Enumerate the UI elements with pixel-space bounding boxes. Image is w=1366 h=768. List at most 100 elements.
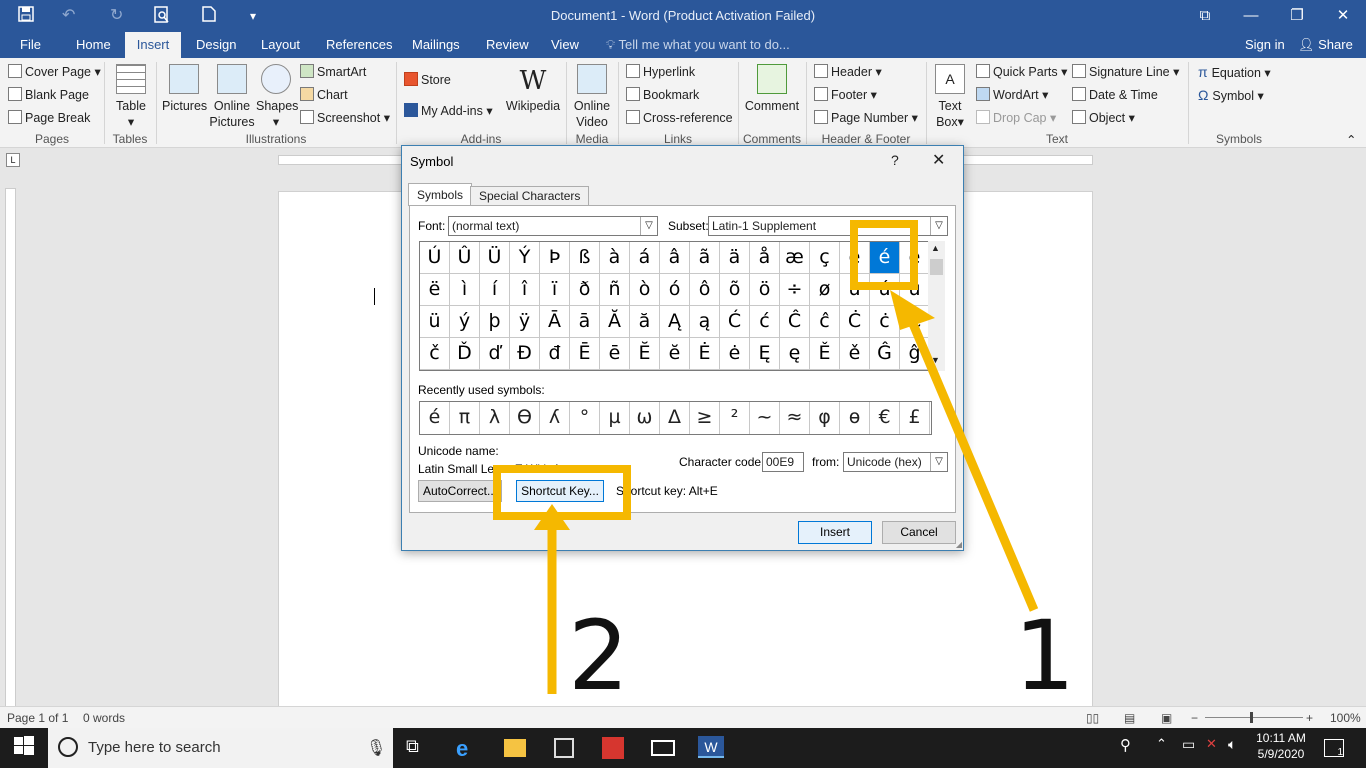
zoom-out-icon[interactable]: −: [1191, 711, 1198, 725]
symbol-cell[interactable]: ą: [690, 306, 720, 338]
screenshot-button[interactable]: Screenshot ▾: [300, 110, 390, 126]
symbol-grid-scrollbar[interactable]: ▲ ▼: [928, 241, 945, 371]
symbol-cell[interactable]: ē: [600, 338, 630, 370]
file-explorer-icon[interactable]: [504, 739, 526, 757]
symbol-cell[interactable]: ï: [540, 274, 570, 306]
symbol-cell[interactable]: þ: [480, 306, 510, 338]
symbol-cell[interactable]: ó: [660, 274, 690, 306]
symbol-cell[interactable]: ö: [750, 274, 780, 306]
text-box-button[interactable]: A Text Box▾: [930, 64, 970, 130]
symbol-cell[interactable]: ñ: [600, 274, 630, 306]
ribbon-display-icon[interactable]: ⧉: [1182, 0, 1228, 32]
table-button[interactable]: Table ▾: [112, 64, 150, 130]
microphone-icon[interactable]: 🎙︎: [366, 738, 386, 758]
wikipedia-button[interactable]: W Wikipedia: [505, 64, 561, 114]
symbol-cell[interactable]: ê: [900, 242, 930, 274]
subset-dropdown[interactable]: Latin-1 Supplement ▽: [708, 216, 948, 236]
from-dropdown[interactable]: Unicode (hex) ▽: [843, 452, 948, 472]
blank-page-button[interactable]: Blank Page: [8, 87, 89, 103]
scroll-down-icon[interactable]: ▼: [931, 355, 940, 365]
symbol-cell[interactable]: Û: [450, 242, 480, 274]
symbol-cell[interactable]: ė: [720, 338, 750, 370]
shapes-button[interactable]: Shapes ▾: [256, 64, 298, 130]
tab-file[interactable]: File: [10, 32, 51, 58]
close-icon[interactable]: ✕: [932, 150, 945, 170]
object-button[interactable]: Object ▾: [1072, 110, 1135, 126]
tab-mailings[interactable]: Mailings: [402, 32, 470, 58]
restore-button[interactable]: ❐: [1274, 0, 1320, 32]
symbol-cell[interactable]: ò: [630, 274, 660, 306]
symbol-cell[interactable]: ì: [450, 274, 480, 306]
mail-icon[interactable]: [651, 740, 675, 756]
recent-symbol-cell[interactable]: €: [870, 402, 900, 434]
cross-reference-button[interactable]: Cross-reference: [626, 110, 733, 126]
equation-button[interactable]: π Equation ▾: [1198, 64, 1271, 81]
autocorrect-button[interactable]: AutoCorrect...: [418, 480, 502, 502]
tab-symbols[interactable]: Symbols: [408, 183, 473, 206]
symbol-cell[interactable]: ð: [570, 274, 600, 306]
symbol-cell[interactable]: ß: [570, 242, 600, 274]
recent-symbol-cell[interactable]: ω: [630, 402, 660, 434]
read-mode-icon[interactable]: ▯▯: [1086, 711, 1099, 725]
symbol-cell[interactable]: č: [420, 338, 450, 370]
symbol-cell[interactable]: Ć: [720, 306, 750, 338]
gift-icon[interactable]: [602, 737, 624, 759]
print-layout-icon[interactable]: ▤: [1124, 711, 1135, 725]
battery-icon[interactable]: ▭: [1182, 736, 1206, 760]
header-button[interactable]: Header ▾: [814, 64, 882, 80]
symbol-cell[interactable]: Ă: [600, 306, 630, 338]
word-taskbar-icon[interactable]: W: [698, 736, 724, 758]
page-count[interactable]: Page 1 of 1: [7, 711, 68, 725]
symbol-cell[interactable]: í: [480, 274, 510, 306]
recent-symbol-cell[interactable]: ²: [720, 402, 750, 434]
zoom-level[interactable]: 100%: [1330, 711, 1361, 725]
symbol-cell[interactable]: ā: [570, 306, 600, 338]
sign-in-link[interactable]: Sign in: [1245, 32, 1285, 58]
symbol-grid[interactable]: Ú Û Ü Ý Þß à á â ã ä å æ ç è é ê ë ì í î ï ð ñ ò ó ô õ ö ÷ ø ù ú û ü ý þ ÿ Āā…: [419, 241, 939, 371]
font-dropdown[interactable]: (normal text) ▽: [448, 216, 658, 236]
web-layout-icon[interactable]: ▣: [1161, 711, 1172, 725]
vertical-ruler[interactable]: [5, 188, 16, 708]
symbol-cell[interactable]: ě: [840, 338, 870, 370]
recent-symbol-cell[interactable]: ~: [750, 402, 780, 434]
symbol-cell[interactable]: ÷: [780, 274, 810, 306]
online-video-button[interactable]: Online Video: [570, 64, 614, 130]
scroll-thumb[interactable]: [930, 259, 943, 275]
notification-center-icon[interactable]: 1: [1324, 739, 1344, 758]
tab-review[interactable]: Review: [476, 32, 539, 58]
symbol-cell[interactable]: ć: [750, 306, 780, 338]
recent-symbol-cell[interactable]: °: [570, 402, 600, 434]
symbol-cell[interactable]: Ý: [510, 242, 540, 274]
tray-chevron-icon[interactable]: ⌃: [1156, 736, 1180, 760]
symbol-cell[interactable]: Ú: [420, 242, 450, 274]
hyperlink-button[interactable]: Hyperlink: [626, 64, 695, 80]
recent-symbol-cell[interactable]: ʎ: [540, 402, 570, 434]
page-break-button[interactable]: Page Break: [8, 110, 90, 126]
zoom-slider-thumb[interactable]: [1250, 712, 1253, 723]
symbol-cell[interactable]: ă: [630, 306, 660, 338]
symbol-cell[interactable]: î: [510, 274, 540, 306]
symbol-cell[interactable]: â: [660, 242, 690, 274]
symbol-cell[interactable]: é: [870, 242, 900, 274]
recent-symbol-cell[interactable]: ϴ: [510, 402, 540, 434]
symbol-cell[interactable]: Þ: [540, 242, 570, 274]
symbol-cell[interactable]: ù: [840, 274, 870, 306]
tab-insert[interactable]: Insert: [125, 32, 181, 58]
symbol-cell[interactable]: æ: [780, 242, 810, 274]
symbol-cell[interactable]: Ā: [540, 306, 570, 338]
symbol-cell[interactable]: ø: [810, 274, 840, 306]
symbol-cell[interactable]: Ü: [480, 242, 510, 274]
symbol-cell[interactable]: Ē: [570, 338, 600, 370]
tab-home[interactable]: Home: [66, 32, 121, 58]
symbol-cell[interactable]: Ĉ: [780, 306, 810, 338]
symbol-cell[interactable]: ď: [480, 338, 510, 370]
symbol-cell[interactable]: Č: [900, 306, 930, 338]
recent-symbol-cell[interactable]: ≈: [780, 402, 810, 434]
pictures-button[interactable]: Pictures: [162, 64, 207, 114]
symbol-cell[interactable]: Ď: [450, 338, 480, 370]
recent-symbol-cell[interactable]: φ: [810, 402, 840, 434]
tab-design[interactable]: Design: [186, 32, 246, 58]
insert-button[interactable]: Insert: [798, 521, 872, 544]
recent-symbol-cell[interactable]: λ: [480, 402, 510, 434]
symbol-cell[interactable]: ĕ: [660, 338, 690, 370]
